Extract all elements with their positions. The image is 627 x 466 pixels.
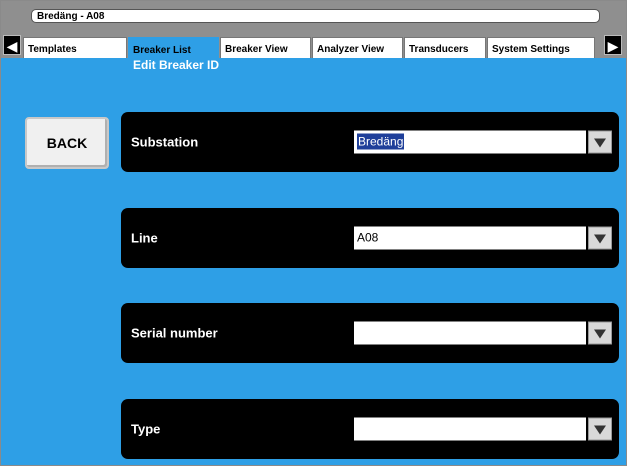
- title-bar: Bredäng - A08: [1, 1, 626, 33]
- type-field[interactable]: [354, 417, 586, 441]
- substation-dropdown[interactable]: Bredäng: [354, 130, 612, 154]
- tab-scroll-right-button[interactable]: ▶: [604, 35, 622, 55]
- substation-label: Substation: [131, 134, 199, 150]
- tab-breaker-view[interactable]: Breaker View: [220, 37, 311, 58]
- tab-system-settings[interactable]: System Settings: [487, 37, 595, 58]
- line-label: Line: [131, 230, 158, 246]
- main-content: Edit Breaker ID BACK Substation Bredäng …: [1, 58, 626, 465]
- field-row-line: Line A08: [121, 208, 619, 268]
- dropdown-arrow-icon: [594, 425, 606, 435]
- serial-number-dropdown[interactable]: [354, 321, 612, 345]
- field-row-serial-number: Serial number: [121, 303, 619, 363]
- tab-breaker-list[interactable]: Breaker List: [128, 37, 219, 58]
- type-label: Type: [131, 421, 161, 437]
- substation-value: Bredäng: [357, 133, 405, 150]
- tab-templates[interactable]: Templates: [23, 37, 127, 58]
- field-row-type: Type: [121, 399, 619, 459]
- back-button[interactable]: BACK: [25, 117, 109, 169]
- tab-transducers[interactable]: Transducers: [404, 37, 486, 58]
- substation-dropdown-button[interactable]: [588, 130, 612, 154]
- left-arrow-icon: ◀: [6, 38, 18, 54]
- dropdown-arrow-icon: [594, 329, 606, 339]
- tab-bar: ◀ Templates Breaker List Breaker View An…: [1, 35, 626, 58]
- dropdown-arrow-icon: [594, 234, 606, 244]
- serial-number-label: Serial number: [131, 325, 218, 341]
- line-dropdown-button[interactable]: [588, 226, 612, 250]
- dropdown-arrow-icon: [594, 138, 606, 148]
- tab-analyzer-view[interactable]: Analyzer View: [312, 37, 403, 58]
- type-dropdown-button[interactable]: [588, 417, 612, 441]
- tab-scroll-left-button[interactable]: ◀: [3, 35, 21, 55]
- serial-number-field[interactable]: [354, 321, 586, 345]
- substation-field[interactable]: Bredäng: [354, 130, 586, 154]
- app-window: Bredäng - A08 ◀ Templates Breaker List B…: [0, 0, 627, 466]
- line-value: A08: [357, 230, 379, 245]
- line-field[interactable]: A08: [354, 226, 586, 250]
- field-row-substation: Substation Bredäng: [121, 112, 619, 172]
- right-arrow-icon: ▶: [607, 38, 619, 54]
- type-dropdown[interactable]: [354, 417, 612, 441]
- page-subtitle: Edit Breaker ID: [133, 58, 220, 72]
- window-title: Bredäng - A08: [31, 9, 600, 23]
- line-dropdown[interactable]: A08: [354, 226, 612, 250]
- serial-number-dropdown-button[interactable]: [588, 321, 612, 345]
